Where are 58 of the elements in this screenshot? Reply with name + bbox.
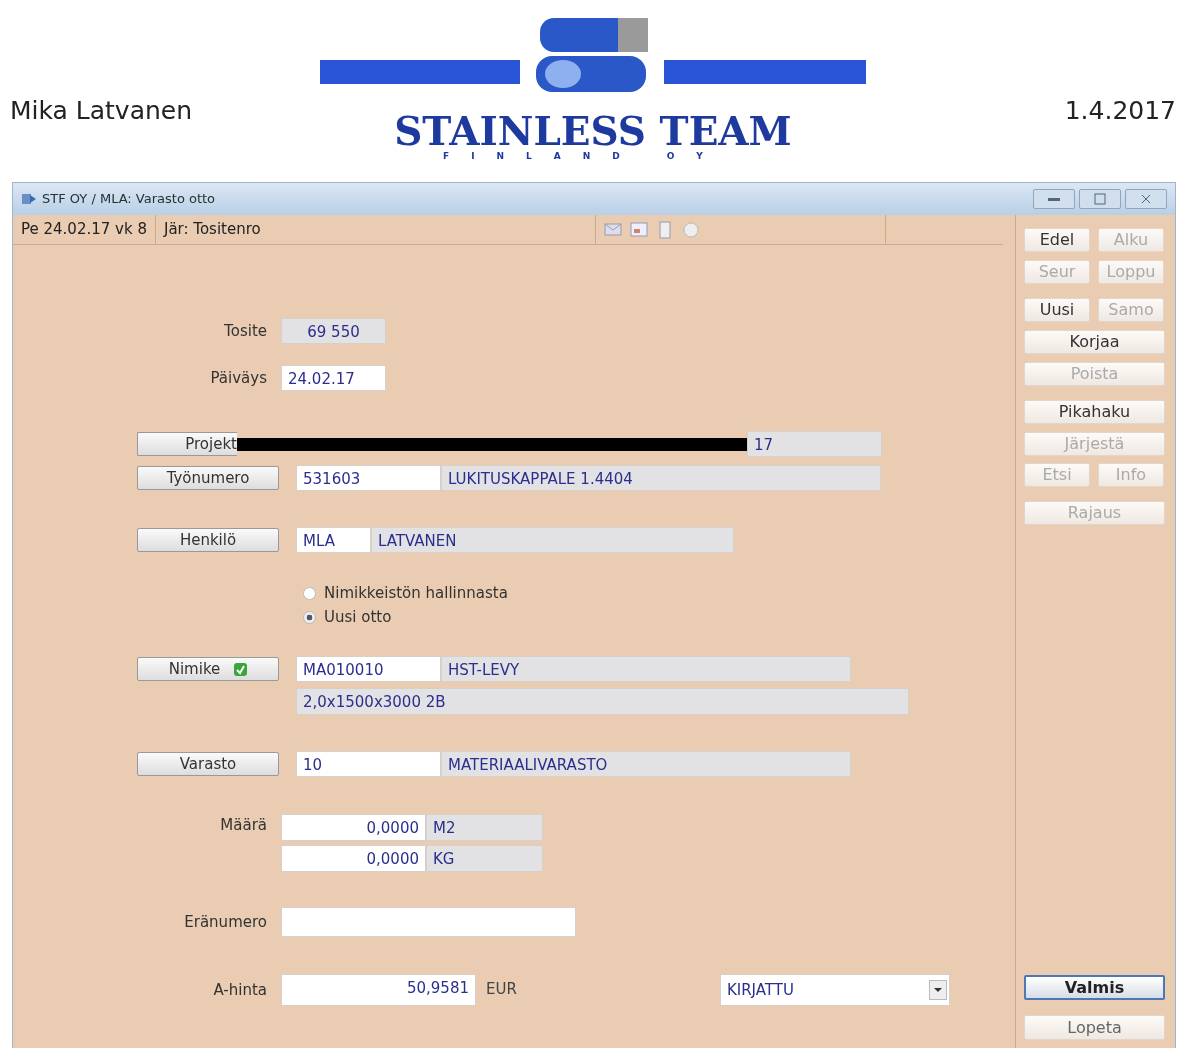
input-field[interactable]: 0,0000 — [281, 845, 426, 872]
input-field[interactable]: MLA — [296, 527, 371, 553]
input-field[interactable]: 50,9581 — [281, 974, 476, 1006]
input-field[interactable]: 0,0000 — [281, 814, 426, 841]
input-field[interactable]: MA010010 — [296, 656, 441, 682]
input-field[interactable] — [281, 907, 576, 937]
radio-label: Nimikkeistön hallinnasta — [324, 582, 508, 604]
input-field[interactable]: 531603 — [296, 465, 441, 491]
quit-button[interactable]: Lopeta — [1024, 1015, 1165, 1040]
input-field: 2,0x1500x3000 2B — [296, 688, 909, 715]
field-label: Tosite — [223, 320, 268, 342]
lookup-button[interactable]: Varasto — [137, 752, 279, 776]
minimize-button[interactable] — [1033, 189, 1075, 209]
lookup-button[interactable]: Projekt — [137, 432, 237, 456]
radio-button[interactable] — [303, 586, 316, 600]
side-button[interactable]: Edel — [1024, 228, 1090, 252]
minimize-icon — [1048, 197, 1060, 201]
logo-subtitle: FINLAND OY — [443, 152, 725, 161]
field-label: Eränumero — [183, 911, 268, 933]
app-icon — [21, 192, 37, 206]
logo-text: STAINLESS TEAM — [393, 112, 793, 151]
window-icon[interactable] — [629, 220, 648, 239]
lookup-button[interactable]: Nimike — [137, 657, 279, 681]
input-field: 17 — [747, 431, 882, 457]
field-label: A-hinta — [212, 979, 268, 1001]
input-field: LUKITUSKAPPALE 1.4404 — [441, 465, 881, 491]
user-name: Mika Latvanen — [10, 95, 193, 127]
window-title: STF OY / MLA: Varasto otto — [42, 190, 216, 209]
date-week-text: Pe 24.02.17 vk 8 — [13, 215, 156, 244]
input-field: 69 550 — [281, 318, 386, 344]
field-label: Päiväys — [209, 367, 268, 389]
close-button[interactable] — [1125, 189, 1167, 209]
disc-icon[interactable] — [681, 220, 700, 239]
unit-field: M2 — [426, 814, 543, 841]
date-text: 1.4.2017 — [1064, 95, 1176, 127]
side-button[interactable]: Pikahaku — [1024, 400, 1165, 424]
currency-text: EUR — [486, 979, 517, 1000]
unit-field: KG — [426, 845, 543, 872]
side-button[interactable]: Korjaa — [1024, 330, 1165, 354]
caret-icon — [928, 980, 947, 1000]
envelope-icon[interactable] — [603, 220, 622, 239]
maximize-icon — [1092, 192, 1108, 206]
input-field[interactable]: 10 — [296, 751, 441, 777]
input-field: HST-LEVY — [441, 656, 851, 682]
radio-button[interactable] — [303, 610, 316, 624]
status-dropdown[interactable]: KIRJATTU — [719, 974, 950, 1006]
input-field: LATVANEN — [371, 527, 734, 553]
radio-label: Uusi otto — [324, 606, 392, 628]
sort-order-text: Jär: Tositenro — [155, 215, 596, 244]
lookup-button[interactable]: Henkilö — [137, 528, 279, 552]
lookup-button[interactable]: Työnumero — [137, 466, 279, 490]
done-button[interactable]: Valmis — [1024, 975, 1165, 1000]
side-button[interactable]: Uusi — [1024, 298, 1090, 322]
input-field: MATERIAALIVARASTO — [441, 751, 851, 777]
check-icon — [234, 662, 248, 676]
maximize-button[interactable] — [1079, 189, 1121, 209]
input-field[interactable]: 24.02.17 — [281, 365, 386, 391]
field-label: Määrä — [219, 815, 268, 836]
